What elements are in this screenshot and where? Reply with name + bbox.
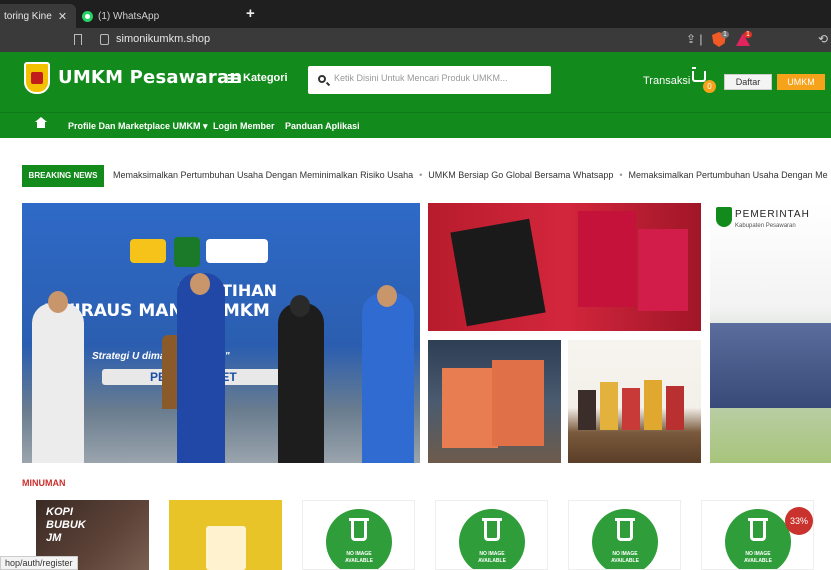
tab-title: toring Kine — [4, 10, 52, 22]
roller-logo — [130, 239, 166, 263]
grid-icon — [228, 73, 238, 83]
cart-icon[interactable] — [692, 67, 706, 82]
snack-pack — [492, 360, 544, 446]
product-card-honey[interactable] — [169, 500, 282, 570]
address-bar: simonikumkm.shop ⇪ | 1 1 ⟲ — [0, 28, 831, 52]
person-head — [190, 273, 210, 295]
pesawaran-badge-icon — [174, 237, 200, 267]
search-input[interactable] — [334, 73, 544, 83]
snack-pack — [578, 390, 596, 430]
snack-pack — [666, 386, 684, 430]
transaksi-link[interactable]: Transaksi — [643, 75, 690, 87]
coffee-pack — [638, 229, 688, 311]
url-field[interactable]: simonikumkm.shop — [116, 33, 210, 45]
banner-pelatihan-image[interactable]: PELATIHAN EWIRAUS MANDI UMKM Strategi U … — [22, 203, 420, 463]
person-head — [48, 291, 68, 313]
news-separator: • — [619, 170, 623, 180]
nav-item-panduan-aplikasi[interactable]: Panduan Aplikasi — [285, 121, 360, 131]
status-bar-url: hop/auth/register — [0, 556, 78, 570]
section-title: MINUMAN — [22, 478, 66, 488]
news-item[interactable]: Memaksimalkan Pertumbuhan Usaha Dengan M… — [629, 170, 828, 180]
news-item[interactable]: UMKM Bersiap Go Global Bersama Whatsapp — [428, 170, 613, 180]
brand-title[interactable]: UMKM Pesawaran — [58, 67, 242, 88]
whatsapp-icon — [82, 10, 93, 22]
person — [362, 293, 414, 463]
breaking-news-label: BREAKING NEWS — [22, 165, 104, 187]
pesawaran-logo-icon — [716, 207, 732, 227]
no-image-text: NO IMAGE AVAILABLE — [744, 551, 772, 564]
rewards-count: 1 — [744, 31, 752, 38]
person — [177, 273, 225, 463]
coffee-pack — [578, 211, 636, 307]
cart-count-badge: 0 — [703, 80, 716, 93]
pemerintah-subtitle: Kabupaten Pesawaran — [735, 223, 796, 229]
person-head — [377, 285, 397, 307]
bookmark-icon[interactable] — [74, 34, 82, 45]
pemerintah-image[interactable]: PEMERINTAH Kabupaten Pesawaran — [710, 203, 831, 463]
page: toring Kine ✕ (1) WhatsApp + simonikumkm… — [0, 0, 831, 570]
snack-pack — [644, 380, 662, 430]
cup-icon — [748, 518, 768, 541]
nav-item-profile-marketplace[interactable]: Profile Dan Marketplace UMKM ▾ — [68, 121, 208, 132]
snack-pack — [622, 388, 640, 430]
coffee-pack — [450, 218, 546, 327]
indomarco-logo — [206, 239, 268, 263]
home-icon[interactable] — [35, 117, 47, 130]
no-image-text: NO IMAGE AVAILABLE — [345, 551, 373, 564]
no-image-text: NO IMAGE AVAILABLE — [611, 551, 639, 564]
news-separator: • — [419, 170, 423, 180]
brave-shield-count: 1 — [721, 31, 729, 38]
search-box — [308, 66, 551, 94]
nav-item-login-member[interactable]: Login Member — [213, 121, 275, 131]
extensions-icon[interactable]: ⟲ — [818, 32, 828, 46]
cup-icon — [482, 518, 502, 541]
pesawaran-logo-icon[interactable] — [24, 62, 50, 94]
lock-icon[interactable] — [100, 34, 109, 45]
new-tab-button[interactable]: + — [246, 5, 255, 22]
cup-icon — [349, 518, 369, 541]
product-card[interactable]: NO IMAGE AVAILABLE — [568, 500, 681, 570]
search-icon[interactable] — [318, 75, 326, 83]
discount-badge: 33% — [785, 507, 813, 535]
breaking-news-bar: BREAKING NEWS Memaksimalkan Pertumbuhan … — [22, 165, 831, 187]
group-photo — [710, 323, 831, 408]
no-image-text: NO IMAGE AVAILABLE — [478, 551, 506, 564]
pemerintah-title: PEMERINTAH — [735, 209, 810, 220]
person — [32, 303, 84, 463]
product-card[interactable]: NO IMAGE AVAILABLE — [435, 500, 548, 570]
close-icon[interactable]: ✕ — [58, 10, 67, 23]
snack-product-image[interactable] — [428, 340, 561, 463]
browser-tab-whatsapp[interactable]: (1) WhatsApp — [78, 4, 238, 28]
snack-pack — [600, 382, 618, 430]
kategori-label: Kategori — [243, 72, 288, 84]
main-nav: Profile Dan Marketplace UMKM ▾ Login Mem… — [0, 112, 831, 138]
coffee-product-image[interactable] — [428, 203, 701, 331]
product-card[interactable]: NO IMAGE AVAILABLE — [302, 500, 415, 570]
umkm-button[interactable]: UMKM — [777, 74, 825, 90]
person-head — [290, 295, 310, 317]
site-header: UMKM Pesawaran Kategori Transaksi 0 Daft… — [0, 52, 831, 112]
snack-pack — [442, 368, 498, 448]
browser-tab-active[interactable]: toring Kine ✕ — [0, 4, 76, 28]
kategori-menu[interactable]: Kategori — [228, 72, 288, 84]
product-package — [206, 526, 246, 570]
person — [278, 303, 324, 463]
tab-title: (1) WhatsApp — [98, 10, 160, 22]
news-ticker: Memaksimalkan Pertumbuhan Usaha Dengan M… — [113, 170, 831, 180]
cup-icon — [615, 518, 635, 541]
daftar-button[interactable]: Daftar — [724, 74, 772, 90]
share-icon[interactable]: ⇪ | — [686, 32, 703, 46]
product-image-text: KOPI BUBUK JM — [46, 506, 86, 544]
browser-tabbar: toring Kine ✕ (1) WhatsApp + — [0, 0, 831, 28]
snack-product-image-2[interactable] — [568, 340, 701, 463]
news-item[interactable]: Memaksimalkan Pertumbuhan Usaha Dengan M… — [113, 170, 413, 180]
